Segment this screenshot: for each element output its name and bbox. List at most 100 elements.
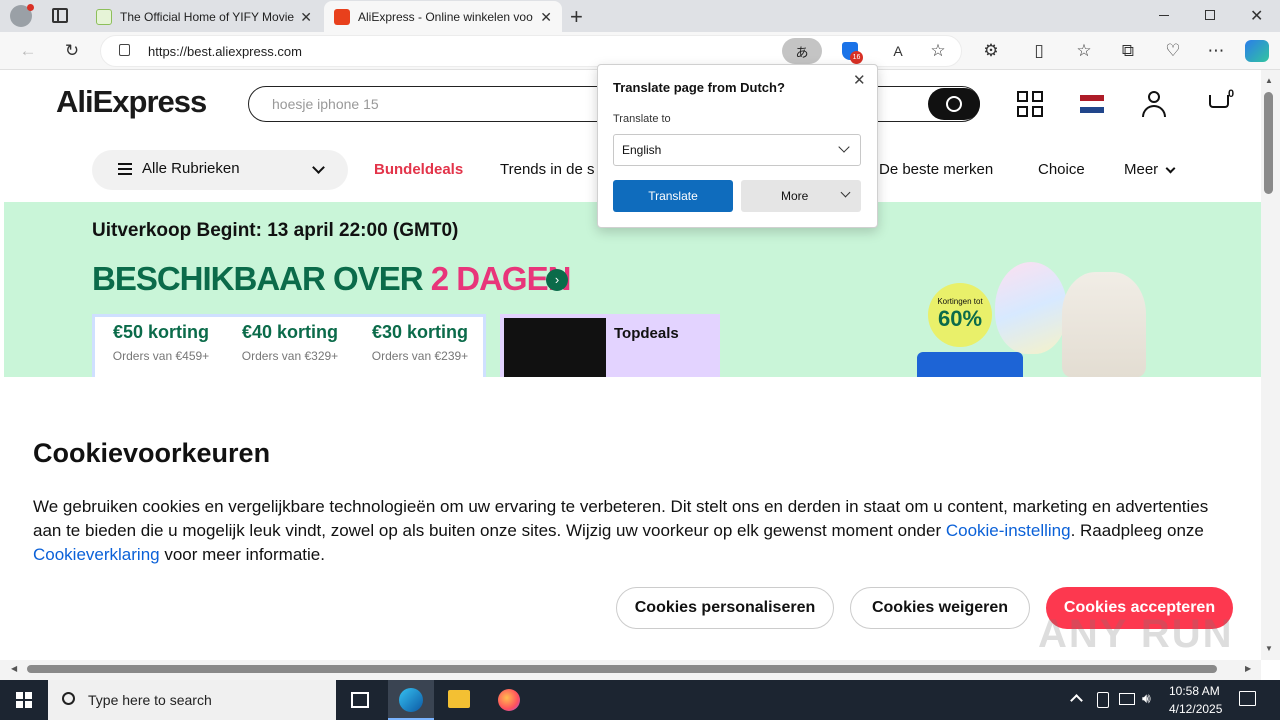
translate-button[interactable]: Translate	[613, 180, 733, 212]
nav-meer[interactable]: Meer	[1124, 161, 1158, 178]
profile-icon[interactable]	[10, 4, 34, 27]
copilot-icon[interactable]	[1245, 40, 1269, 62]
scroll-up-icon[interactable]: ▲	[1265, 76, 1273, 85]
nav-trends[interactable]: Trends in de s	[500, 161, 595, 178]
minimize-icon[interactable]	[1159, 15, 1169, 16]
language-select[interactable]: English	[613, 134, 861, 166]
language-select-value: English	[622, 143, 662, 157]
coupon-amount: €50 korting	[112, 322, 210, 342]
favorites-icon[interactable]: ☆	[1070, 37, 1098, 65]
new-tab-icon[interactable]: +	[570, 4, 583, 30]
coupon-2[interactable]: €40 korting Orders van €329+	[225, 322, 355, 363]
watermark-logo: ANY RUN	[1038, 612, 1234, 657]
coupon-min-order: Orders van €459+	[112, 349, 210, 363]
topdeals-label: Topdeals	[614, 325, 679, 342]
search-placeholder[interactable]: hoesje iphone 15	[272, 96, 379, 112]
scroll-down-icon[interactable]: ▼	[1265, 644, 1273, 653]
search-button[interactable]	[928, 88, 980, 120]
close-icon[interactable]: ✕	[540, 9, 552, 26]
coupon-3[interactable]: €30 korting Orders van €239+	[355, 322, 485, 363]
cookie-settings-link[interactable]: Cookie-instelling	[946, 521, 1071, 540]
account-icon[interactable]	[1141, 91, 1167, 117]
extensions-icon[interactable]: ⚙	[977, 37, 1005, 65]
hamburger-icon	[118, 163, 132, 175]
favorite-star-icon[interactable]: ☆	[924, 37, 952, 65]
close-icon[interactable]: ✕	[300, 9, 312, 26]
search-icon	[62, 692, 75, 705]
sale-start-date: Uitverkoop Begint: 13 april 22:00 (GMT0)	[92, 220, 459, 241]
url-text[interactable]: https://best.aliexpress.com	[148, 44, 302, 59]
close-icon[interactable]: ✕	[853, 71, 866, 89]
volume-icon[interactable]: 🔊︎	[1142, 690, 1151, 707]
qr-code-icon[interactable]	[1017, 91, 1043, 117]
clock-time[interactable]: 10:58 AM	[1169, 684, 1220, 698]
cookies-reject-button[interactable]: Cookies weigeren	[850, 587, 1030, 629]
extension-badge: 16	[850, 51, 863, 64]
dutch-flag-icon[interactable]	[1080, 95, 1104, 113]
promo-headline-a: BESCHIKBAAR OVER	[92, 260, 424, 297]
notifications-icon[interactable]	[1239, 691, 1256, 706]
topdeals-product-image	[504, 318, 606, 377]
taskbar-search-placeholder[interactable]: Type here to search	[88, 692, 212, 708]
coupon-1[interactable]: €50 korting Orders van €459+	[96, 322, 226, 363]
coupon-amount: €30 korting	[371, 322, 469, 342]
nav-bundeldeals[interactable]: Bundeldeals	[374, 161, 463, 178]
collections-icon[interactable]: ⧉	[1114, 37, 1142, 65]
battery-icon[interactable]	[1097, 692, 1109, 708]
translate-to-label: Translate to	[613, 113, 671, 125]
nav-beste-merken[interactable]: De beste merken	[879, 161, 993, 178]
split-screen-icon[interactable]: ▯	[1025, 37, 1053, 65]
cookies-personalize-button[interactable]: Cookies personaliseren	[616, 587, 834, 629]
yify-favicon-icon	[96, 8, 112, 25]
back-icon[interactable]: ←	[14, 37, 42, 65]
scroll-left-icon[interactable]: ◀	[11, 664, 17, 673]
tab-yify[interactable]: The Official Home of YIFY Movie ✕	[86, 1, 322, 32]
cookie-text-part: . Raadpleeg onze	[1070, 521, 1204, 540]
cookie-statement-link[interactable]: Cookieverklaring	[33, 545, 160, 564]
promo-headline: BESCHIKBAAR OVER 2 DAGEN	[92, 260, 571, 298]
refresh-icon[interactable]: ↻	[58, 37, 86, 65]
firefox-icon[interactable]	[498, 689, 520, 711]
restore-icon[interactable]	[1205, 10, 1215, 20]
chevron-down-icon	[840, 187, 851, 198]
discount-badge: Kortingen tot 60%	[928, 283, 992, 347]
categories-label[interactable]: Alle Rubrieken	[142, 160, 240, 177]
aliexpress-logo[interactable]: AliExpress	[56, 84, 207, 120]
read-aloud-icon[interactable]: A	[884, 37, 912, 65]
coupon-amount: €40 korting	[241, 322, 339, 342]
arrow-right-icon[interactable]: ›	[546, 269, 568, 291]
nav-choice[interactable]: Choice	[1038, 161, 1085, 178]
tab-title: AliExpress - Online winkelen voo	[358, 9, 533, 24]
scroll-right-icon[interactable]: ▶	[1245, 664, 1251, 673]
discount-badge-small: Kortingen tot	[937, 297, 983, 306]
egg-illustration	[995, 262, 1067, 354]
translate-popup-title: Translate page from Dutch?	[613, 80, 785, 95]
vertical-scroll-thumb[interactable]	[1264, 92, 1273, 194]
file-explorer-icon[interactable]	[448, 690, 470, 708]
blue-box-illustration	[917, 352, 1023, 377]
cart-count: 0	[1228, 88, 1235, 100]
window-close-icon[interactable]: ✕	[1250, 6, 1263, 26]
tab-aliexpress[interactable]: AliExpress - Online winkelen voo ✕	[324, 1, 562, 32]
task-view-icon[interactable]	[351, 692, 369, 708]
performance-icon[interactable]: ♡	[1159, 37, 1187, 65]
bunny-illustration	[1062, 272, 1146, 377]
network-icon[interactable]	[1119, 693, 1135, 705]
translate-icon[interactable]: あ	[782, 38, 822, 64]
more-button[interactable]: More	[741, 180, 861, 212]
tab-actions-icon[interactable]	[52, 8, 68, 23]
search-icon	[946, 96, 962, 112]
windows-start-icon[interactable]	[16, 692, 32, 708]
watermark-text: ANY RUN	[1038, 612, 1234, 656]
horizontal-scroll-thumb[interactable]	[27, 665, 1217, 673]
discount-badge-big: 60%	[937, 306, 983, 331]
lock-icon[interactable]	[119, 44, 130, 56]
cookie-text: We gebruiken cookies en vergelijkbare te…	[33, 495, 1233, 567]
more-menu-icon[interactable]: ⋯	[1202, 37, 1230, 65]
cookie-title: Cookievoorkeuren	[33, 438, 271, 468]
edge-taskbar-icon[interactable]	[388, 680, 434, 720]
aliexpress-favicon-icon	[334, 8, 350, 25]
coupon-min-order: Orders van €239+	[371, 349, 469, 363]
coupon-min-order: Orders van €329+	[241, 349, 339, 363]
clock-date[interactable]: 4/12/2025	[1169, 702, 1222, 716]
